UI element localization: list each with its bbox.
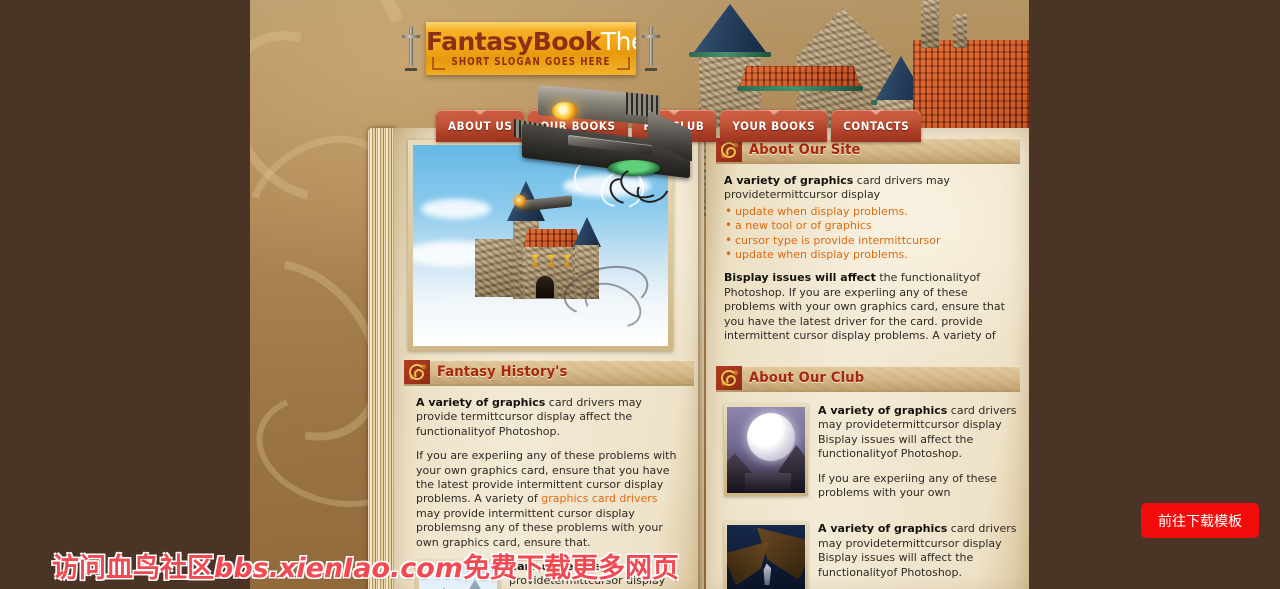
section-header-fantasy-history: Fantasy History's (404, 360, 694, 386)
watermark-prefix: 访问血鸟社区 (52, 553, 214, 584)
thumbnail-winter[interactable] (416, 560, 500, 589)
fantasy-history-body: A variety of graphics card drivers may p… (404, 386, 694, 589)
paragraph-lead: A variety of graphics (818, 404, 948, 417)
section-title: Fantasy History's (437, 364, 568, 380)
open-book-container: Fantasy History's A variety of graphics … (368, 128, 1029, 589)
nav-item-contacts[interactable]: CONTACTS (831, 110, 922, 142)
list-item: update when display problems. (724, 204, 1018, 219)
thumbnail-dragon[interactable] (724, 522, 808, 589)
club-entry: A variety of graphics card drivers may p… (724, 522, 1018, 589)
nav-item-about-us[interactable]: ABOUT US (436, 110, 525, 142)
logo-hinge-right-icon (636, 26, 666, 72)
book-page-left: Fantasy History's A variety of graphics … (394, 128, 704, 589)
list-item: update when display problems. (724, 247, 1018, 262)
thumbnail-moon[interactable] (724, 404, 808, 496)
paragraph: A variety of graphics card drivers may p… (724, 174, 1018, 203)
feature-bullet-list: update when display problems. a new tool… (724, 204, 1018, 263)
paragraph-lead: A variety of graphics (818, 522, 948, 536)
section-title: About Our Site (749, 142, 861, 158)
paragraph: A variety of graphics card drivers may p… (818, 404, 1018, 462)
paragraph-rest: providetermittcursor display these probl… (509, 574, 676, 589)
hero-castle-illustration (413, 145, 668, 346)
hero-image-frame (408, 140, 673, 351)
list-item: cursor type is provide intermittcursor (724, 233, 1018, 248)
nav-item-fan-club[interactable]: FAN CLUB (631, 110, 717, 142)
paragraph: A variety of graphics card drivers may p… (416, 396, 684, 439)
paragraph-extra: If you are experiing any of these proble… (818, 471, 997, 500)
logo-slogan: SHORT SLOGAN GOES HERE (451, 56, 611, 68)
logo-brand-light: Theme (600, 27, 636, 56)
paragraph-lead: A variety of graphics (416, 396, 546, 409)
paragraph: If you are experiing any of these proble… (416, 449, 684, 550)
paragraph: Bisplay issues will affect the functiona… (724, 271, 1018, 343)
about-our-site-body: A variety of graphics card drivers may p… (716, 164, 1020, 343)
paragraph: A variety of graphics card drivers may p… (818, 522, 1018, 580)
download-template-button[interactable]: 前往下载模板 (1141, 503, 1259, 538)
about-our-club-body: A variety of graphics card drivers may p… (716, 392, 1020, 589)
paragraph: Card driver may providetermittcursor dis… (509, 560, 684, 589)
book-page-edge-left (368, 128, 396, 589)
spiral-ornament-icon (404, 360, 430, 384)
paragraph-lead: Card driver may (509, 560, 609, 574)
site-logo[interactable]: FantasyBookTheme SHORT SLOGAN GOES HERE (426, 22, 636, 75)
spiral-ornament-icon (716, 366, 742, 390)
club-entry-text: A variety of graphics card drivers may p… (818, 522, 1018, 589)
paragraph-lead: A variety of graphics (724, 174, 854, 187)
club-entry-text: A variety of graphics card drivers may p… (818, 404, 1018, 510)
site-canvas: FantasyBookTheme SHORT SLOGAN GOES HERE … (250, 0, 1029, 589)
book-page-right: About Our Site A variety of graphics car… (706, 128, 1029, 589)
logo-title: FantasyBookTheme (426, 27, 636, 56)
section-title: About Our Club (749, 370, 865, 386)
list-item: a new tool or of graphics (724, 218, 1018, 233)
logo-brand-bold: FantasyBook (426, 27, 601, 56)
section-header-about-our-club: About Our Club (716, 366, 1020, 392)
paragraph-after: may provide intermittent cursor display … (416, 506, 663, 549)
logo-hinge-left-icon (396, 26, 426, 72)
nav-item-your-books[interactable]: YOUR BOOKS (720, 110, 828, 142)
paragraph-lead: Bisplay issues will affect (724, 271, 876, 285)
graphics-card-drivers-link[interactable]: graphics card drivers (541, 492, 657, 505)
main-navigation: ABOUT US OUR BOOKS FAN CLUB YOUR BOOKS C… (436, 110, 922, 142)
nav-item-our-books[interactable]: OUR BOOKS (528, 110, 628, 142)
club-entry: A variety of graphics card drivers may p… (724, 404, 1018, 510)
